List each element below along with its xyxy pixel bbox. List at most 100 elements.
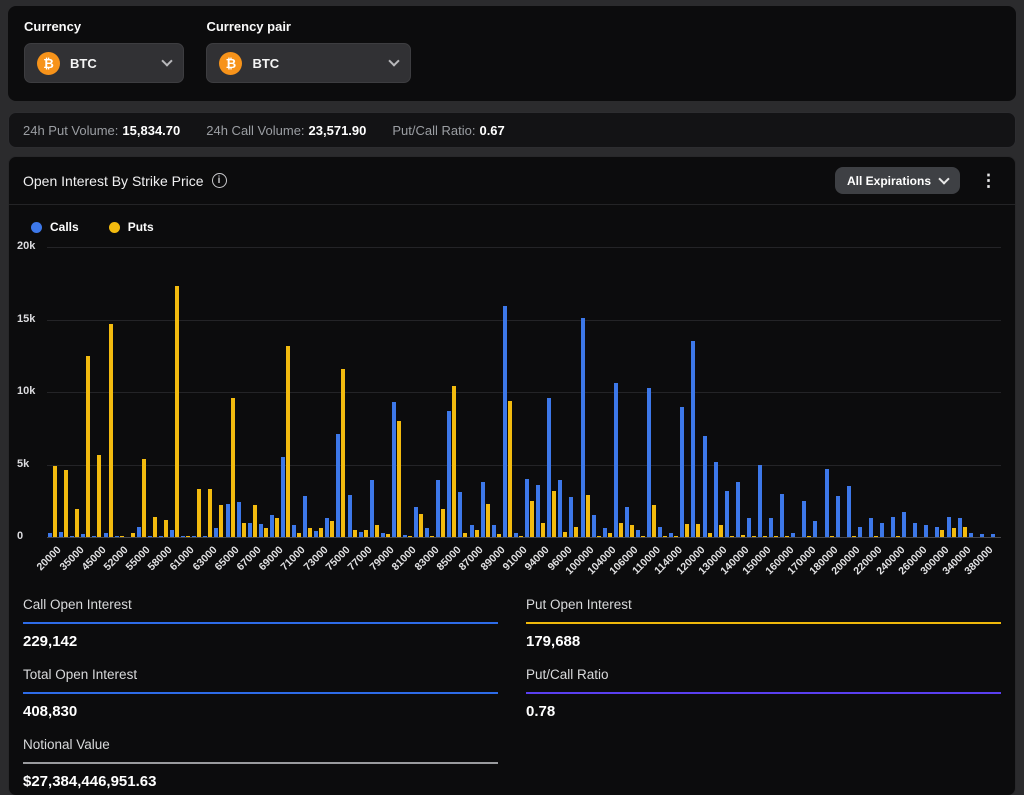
calls-bar[interactable]: [248, 523, 252, 538]
calls-bar[interactable]: [259, 524, 263, 537]
puts-bar[interactable]: [364, 530, 368, 537]
calls-bar[interactable]: [325, 518, 329, 537]
puts-bar[interactable]: [164, 520, 168, 537]
calls-bar[interactable]: [780, 494, 784, 538]
calls-bar[interactable]: [314, 531, 318, 537]
calls-bar[interactable]: [813, 521, 817, 537]
calls-bar[interactable]: [736, 482, 740, 537]
calls-bar[interactable]: [647, 388, 651, 537]
puts-bar[interactable]: [785, 536, 789, 538]
puts-bar[interactable]: [563, 532, 567, 537]
puts-bar[interactable]: [86, 356, 90, 537]
calls-bar[interactable]: [891, 517, 895, 537]
calls-bar[interactable]: [714, 462, 718, 537]
calls-bar[interactable]: [336, 434, 340, 537]
calls-bar[interactable]: [603, 528, 607, 537]
calls-bar[interactable]: [625, 507, 629, 537]
calls-bar[interactable]: [858, 527, 862, 537]
puts-bar[interactable]: [830, 536, 834, 538]
currency-dropdown[interactable]: ₿ BTC: [24, 43, 184, 83]
puts-bar[interactable]: [597, 536, 601, 538]
calls-bar[interactable]: [214, 528, 218, 537]
puts-bar[interactable]: [763, 536, 767, 538]
calls-bar[interactable]: [148, 536, 152, 538]
calls-bar[interactable]: [558, 480, 562, 537]
calls-bar[interactable]: [614, 383, 618, 537]
puts-bar[interactable]: [308, 528, 312, 537]
puts-bar[interactable]: [475, 530, 479, 537]
puts-bar[interactable]: [508, 401, 512, 537]
puts-bar[interactable]: [730, 536, 734, 538]
puts-bar[interactable]: [741, 535, 745, 537]
calls-bar[interactable]: [370, 480, 374, 537]
calls-bar[interactable]: [791, 533, 795, 537]
puts-bar[interactable]: [441, 509, 445, 537]
puts-bar[interactable]: [419, 514, 423, 537]
calls-bar[interactable]: [92, 536, 96, 538]
calls-bar[interactable]: [503, 306, 507, 537]
puts-bar[interactable]: [463, 533, 467, 537]
legend-item-calls[interactable]: Calls: [31, 220, 79, 234]
puts-bar[interactable]: [652, 505, 656, 537]
puts-bar[interactable]: [286, 346, 290, 537]
calls-bar[interactable]: [348, 495, 352, 537]
puts-bar[interactable]: [231, 398, 235, 537]
calls-bar[interactable]: [59, 532, 63, 537]
puts-bar[interactable]: [486, 504, 490, 537]
kebab-menu-icon[interactable]: ⋮: [976, 170, 1001, 191]
calls-bar[interactable]: [536, 485, 540, 537]
puts-bar[interactable]: [630, 525, 634, 537]
calls-bar[interactable]: [880, 523, 884, 538]
puts-bar[interactable]: [708, 533, 712, 537]
puts-bar[interactable]: [685, 524, 689, 537]
calls-bar[interactable]: [636, 530, 640, 537]
puts-bar[interactable]: [719, 525, 723, 537]
puts-bar[interactable]: [852, 536, 856, 538]
puts-bar[interactable]: [896, 536, 900, 538]
puts-bar[interactable]: [641, 536, 645, 538]
puts-bar[interactable]: [375, 525, 379, 537]
puts-bar[interactable]: [430, 536, 434, 538]
calls-bar[interactable]: [137, 527, 141, 537]
puts-bar[interactable]: [386, 534, 390, 537]
calls-bar[interactable]: [481, 482, 485, 537]
puts-bar[interactable]: [530, 501, 534, 537]
calls-bar[interactable]: [381, 533, 385, 537]
puts-bar[interactable]: [264, 528, 268, 537]
puts-bar[interactable]: [497, 534, 501, 537]
puts-bar[interactable]: [197, 489, 201, 537]
puts-bar[interactable]: [253, 505, 257, 537]
puts-bar[interactable]: [275, 518, 279, 537]
puts-bar[interactable]: [663, 536, 667, 538]
calls-bar[interactable]: [104, 533, 108, 537]
calls-bar[interactable]: [658, 527, 662, 537]
puts-bar[interactable]: [131, 533, 135, 537]
puts-bar[interactable]: [97, 455, 101, 537]
puts-bar[interactable]: [574, 527, 578, 537]
calls-bar[interactable]: [847, 486, 851, 537]
calls-bar[interactable]: [226, 504, 230, 537]
calls-bar[interactable]: [747, 518, 751, 537]
puts-bar[interactable]: [175, 286, 179, 537]
puts-bar[interactable]: [186, 536, 190, 538]
legend-item-puts[interactable]: Puts: [109, 220, 154, 234]
calls-bar[interactable]: [48, 533, 52, 537]
calls-bar[interactable]: [969, 533, 973, 537]
puts-bar[interactable]: [963, 527, 967, 537]
expirations-dropdown[interactable]: All Expirations: [835, 167, 960, 194]
calls-bar[interactable]: [436, 480, 440, 537]
puts-bar[interactable]: [341, 369, 345, 537]
puts-bar[interactable]: [53, 466, 57, 537]
calls-bar[interactable]: [802, 501, 806, 537]
calls-bar[interactable]: [458, 492, 462, 537]
calls-bar[interactable]: [270, 515, 274, 537]
calls-bar[interactable]: [592, 515, 596, 537]
calls-bar[interactable]: [691, 341, 695, 537]
calls-bar[interactable]: [825, 469, 829, 537]
calls-bar[interactable]: [669, 533, 673, 537]
calls-bar[interactable]: [359, 532, 363, 537]
info-icon[interactable]: i: [212, 173, 227, 188]
calls-bar[interactable]: [170, 530, 174, 537]
puts-bar[interactable]: [120, 536, 124, 538]
puts-bar[interactable]: [774, 536, 778, 538]
